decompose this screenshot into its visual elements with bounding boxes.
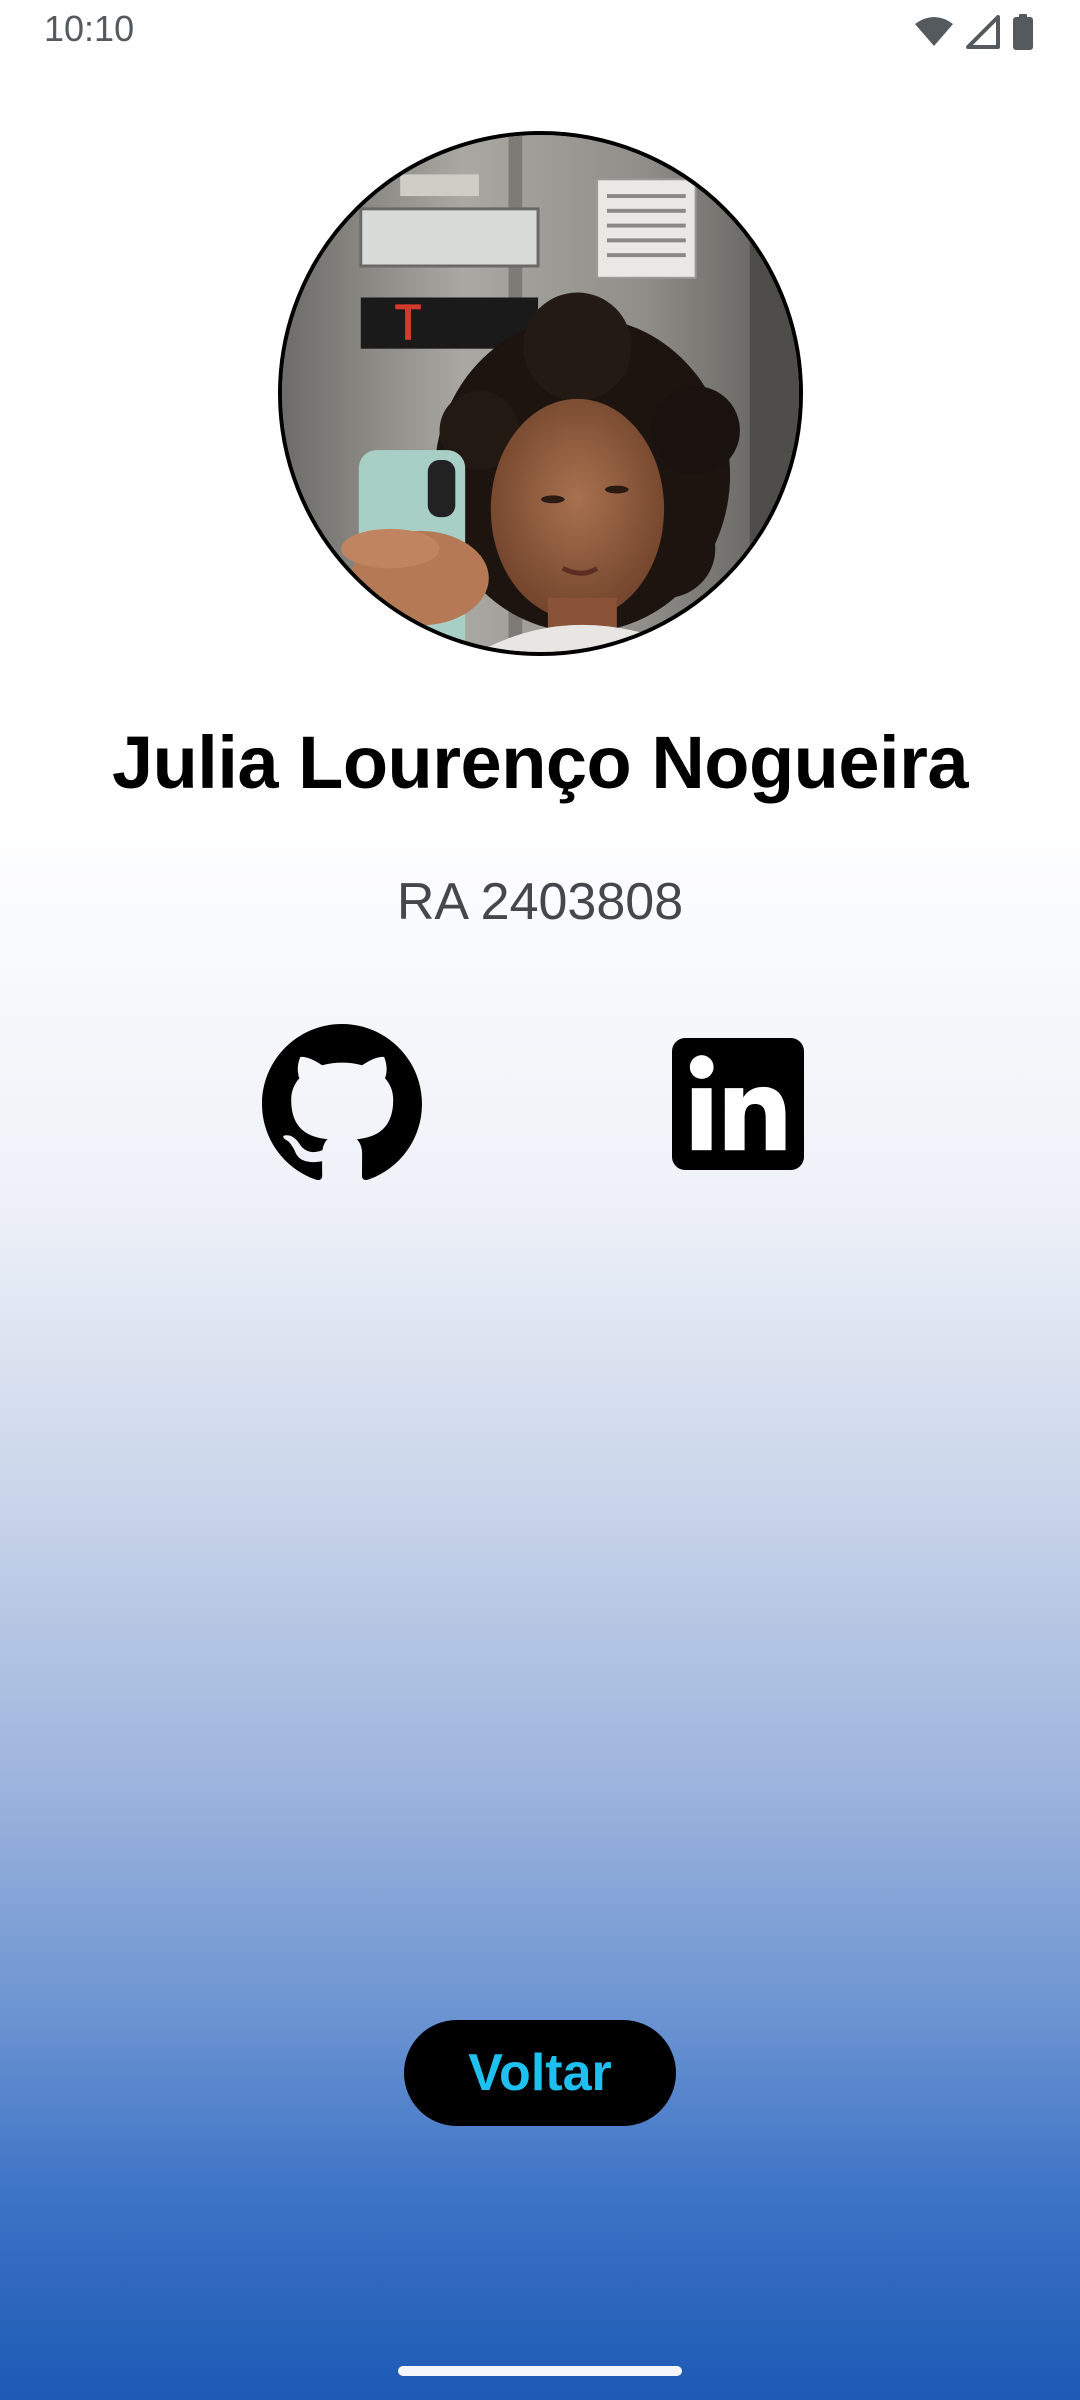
back-button[interactable]: Voltar	[404, 2020, 676, 2126]
cellular-signal-icon	[966, 15, 1000, 49]
linkedin-icon	[672, 1038, 804, 1170]
home-indicator[interactable]	[398, 2366, 682, 2376]
status-icons	[914, 14, 1034, 50]
profile-ra: RA 2403808	[396, 873, 684, 931]
battery-icon	[1012, 14, 1034, 50]
github-icon	[262, 1024, 422, 1184]
github-link[interactable]	[262, 1024, 422, 1184]
profile-name: Julia Lourenço Nogueira	[111, 721, 969, 804]
wifi-icon	[914, 16, 954, 48]
linkedin-link[interactable]	[672, 1038, 804, 1170]
status-bar: 10:10	[0, 0, 1080, 64]
status-time: 10:10	[44, 8, 135, 49]
avatar	[278, 131, 803, 656]
